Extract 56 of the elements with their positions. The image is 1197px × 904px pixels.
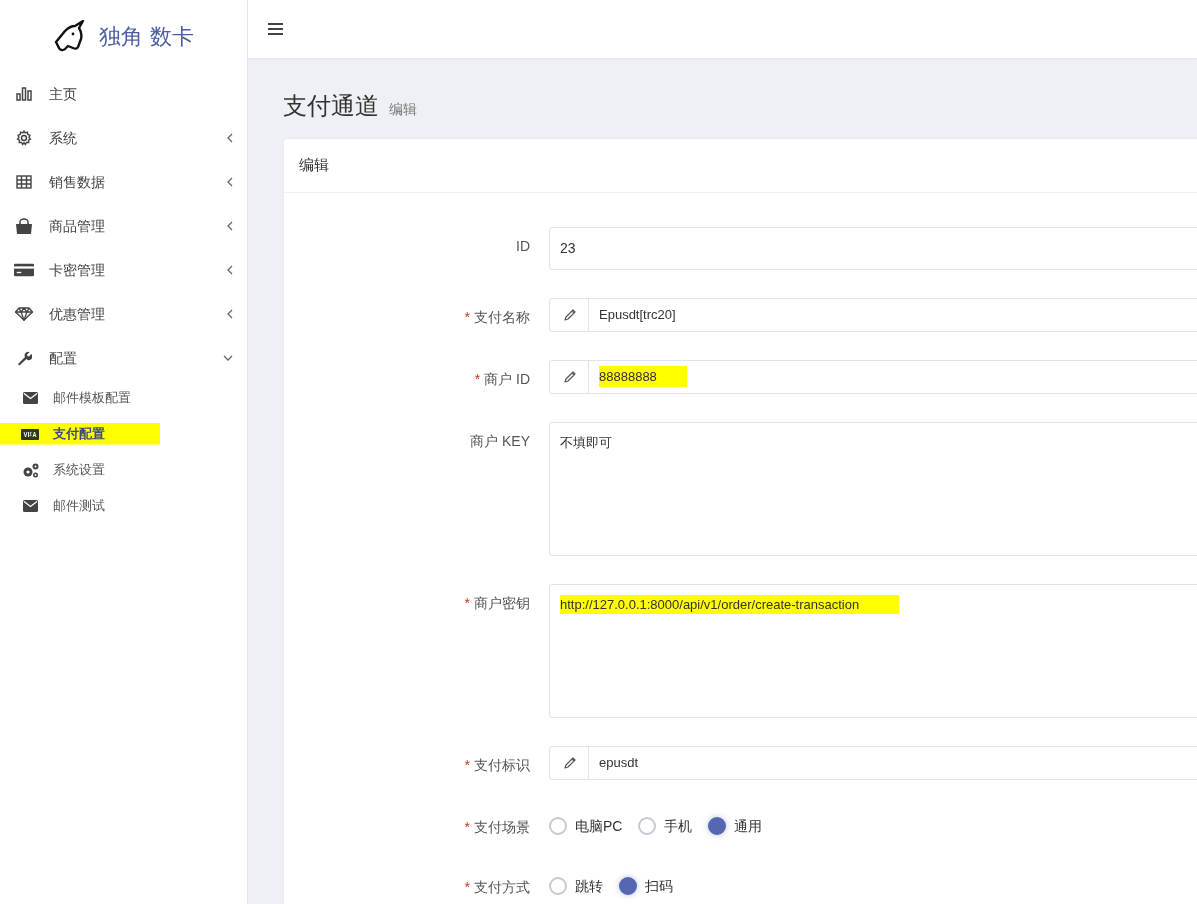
required-mark: * xyxy=(464,594,470,611)
field-label: 商户 KEY xyxy=(470,432,530,449)
radio-label: 通用 xyxy=(734,816,763,836)
brand-name: 独角 数卡 xyxy=(99,22,194,51)
text-area[interactable]: 不填即可 xyxy=(549,421,1197,556)
radio-button[interactable] xyxy=(549,877,567,895)
card-title: 编辑 xyxy=(284,139,1197,193)
radio-label: 扫码 xyxy=(645,876,673,896)
envelope-icon xyxy=(22,500,38,512)
field-label: 支付名称 xyxy=(474,308,530,325)
field-label: 支付标识 xyxy=(474,756,530,773)
required-mark: * xyxy=(474,370,481,387)
required-mark: * xyxy=(464,756,470,773)
table-icon xyxy=(16,175,32,189)
sidebar-item[interactable]: 主页 xyxy=(0,72,247,116)
radio-button[interactable] xyxy=(619,877,637,895)
card-icon xyxy=(21,428,39,440)
radio-label: 电脑PC xyxy=(575,816,623,836)
required-mark: * xyxy=(464,308,470,325)
required-mark: * xyxy=(464,878,470,895)
settings-icon xyxy=(16,130,32,146)
field-value: 不填即可 xyxy=(560,433,612,452)
bar-chart-icon xyxy=(16,87,32,101)
radio-button[interactable] xyxy=(549,817,567,835)
sidebar-subitem[interactable]: 邮件模板配置 xyxy=(0,380,247,416)
radio-button[interactable] xyxy=(638,817,657,835)
radio-button[interactable] xyxy=(708,817,727,835)
field-label: ID xyxy=(516,237,530,254)
sidebar-item[interactable]: 卡密管理 xyxy=(0,248,247,292)
field-label: 商户 ID xyxy=(484,370,530,387)
sidebar-item[interactable]: 系统 xyxy=(0,116,247,160)
sidebar-subitem[interactable]: 系统设置 xyxy=(0,452,247,488)
sidebar-item[interactable]: 优惠管理 xyxy=(0,292,247,336)
envelope-icon xyxy=(22,392,38,404)
page-title: 支付通道 xyxy=(283,91,379,121)
sidebar-item[interactable]: 配置 xyxy=(0,336,247,380)
credit-card-icon xyxy=(14,263,34,277)
sidebar-item[interactable]: 商品管理 xyxy=(0,204,247,248)
radio-label: 跳转 xyxy=(575,876,603,896)
field-label: 支付场景 xyxy=(474,818,530,835)
gears-icon xyxy=(21,462,39,478)
wrench-icon xyxy=(16,350,32,366)
required-mark: * xyxy=(464,818,470,835)
page-subtitle: 编辑 xyxy=(389,100,417,119)
menu-icon[interactable] xyxy=(268,23,283,35)
diamond-icon xyxy=(15,307,33,321)
field-label: 支付方式 xyxy=(474,878,530,895)
field-value: 23 xyxy=(560,238,576,258)
shopping-bag-icon xyxy=(15,218,33,234)
sidebar-item[interactable]: 销售数据 xyxy=(0,160,247,204)
field-value: http://127.0.0.1:8000/api/v1/order/create-transaction xyxy=(560,594,900,614)
sidebar-subitem[interactable]: 邮件测试 xyxy=(0,488,247,524)
input-field[interactable]: 23 xyxy=(549,226,1197,270)
text-area[interactable]: http://127.0.0.1:8000/api/v1/order/create-transaction xyxy=(549,583,1197,718)
radio-label: 手机 xyxy=(664,816,693,836)
field-label: 商户密钥 xyxy=(474,594,530,611)
